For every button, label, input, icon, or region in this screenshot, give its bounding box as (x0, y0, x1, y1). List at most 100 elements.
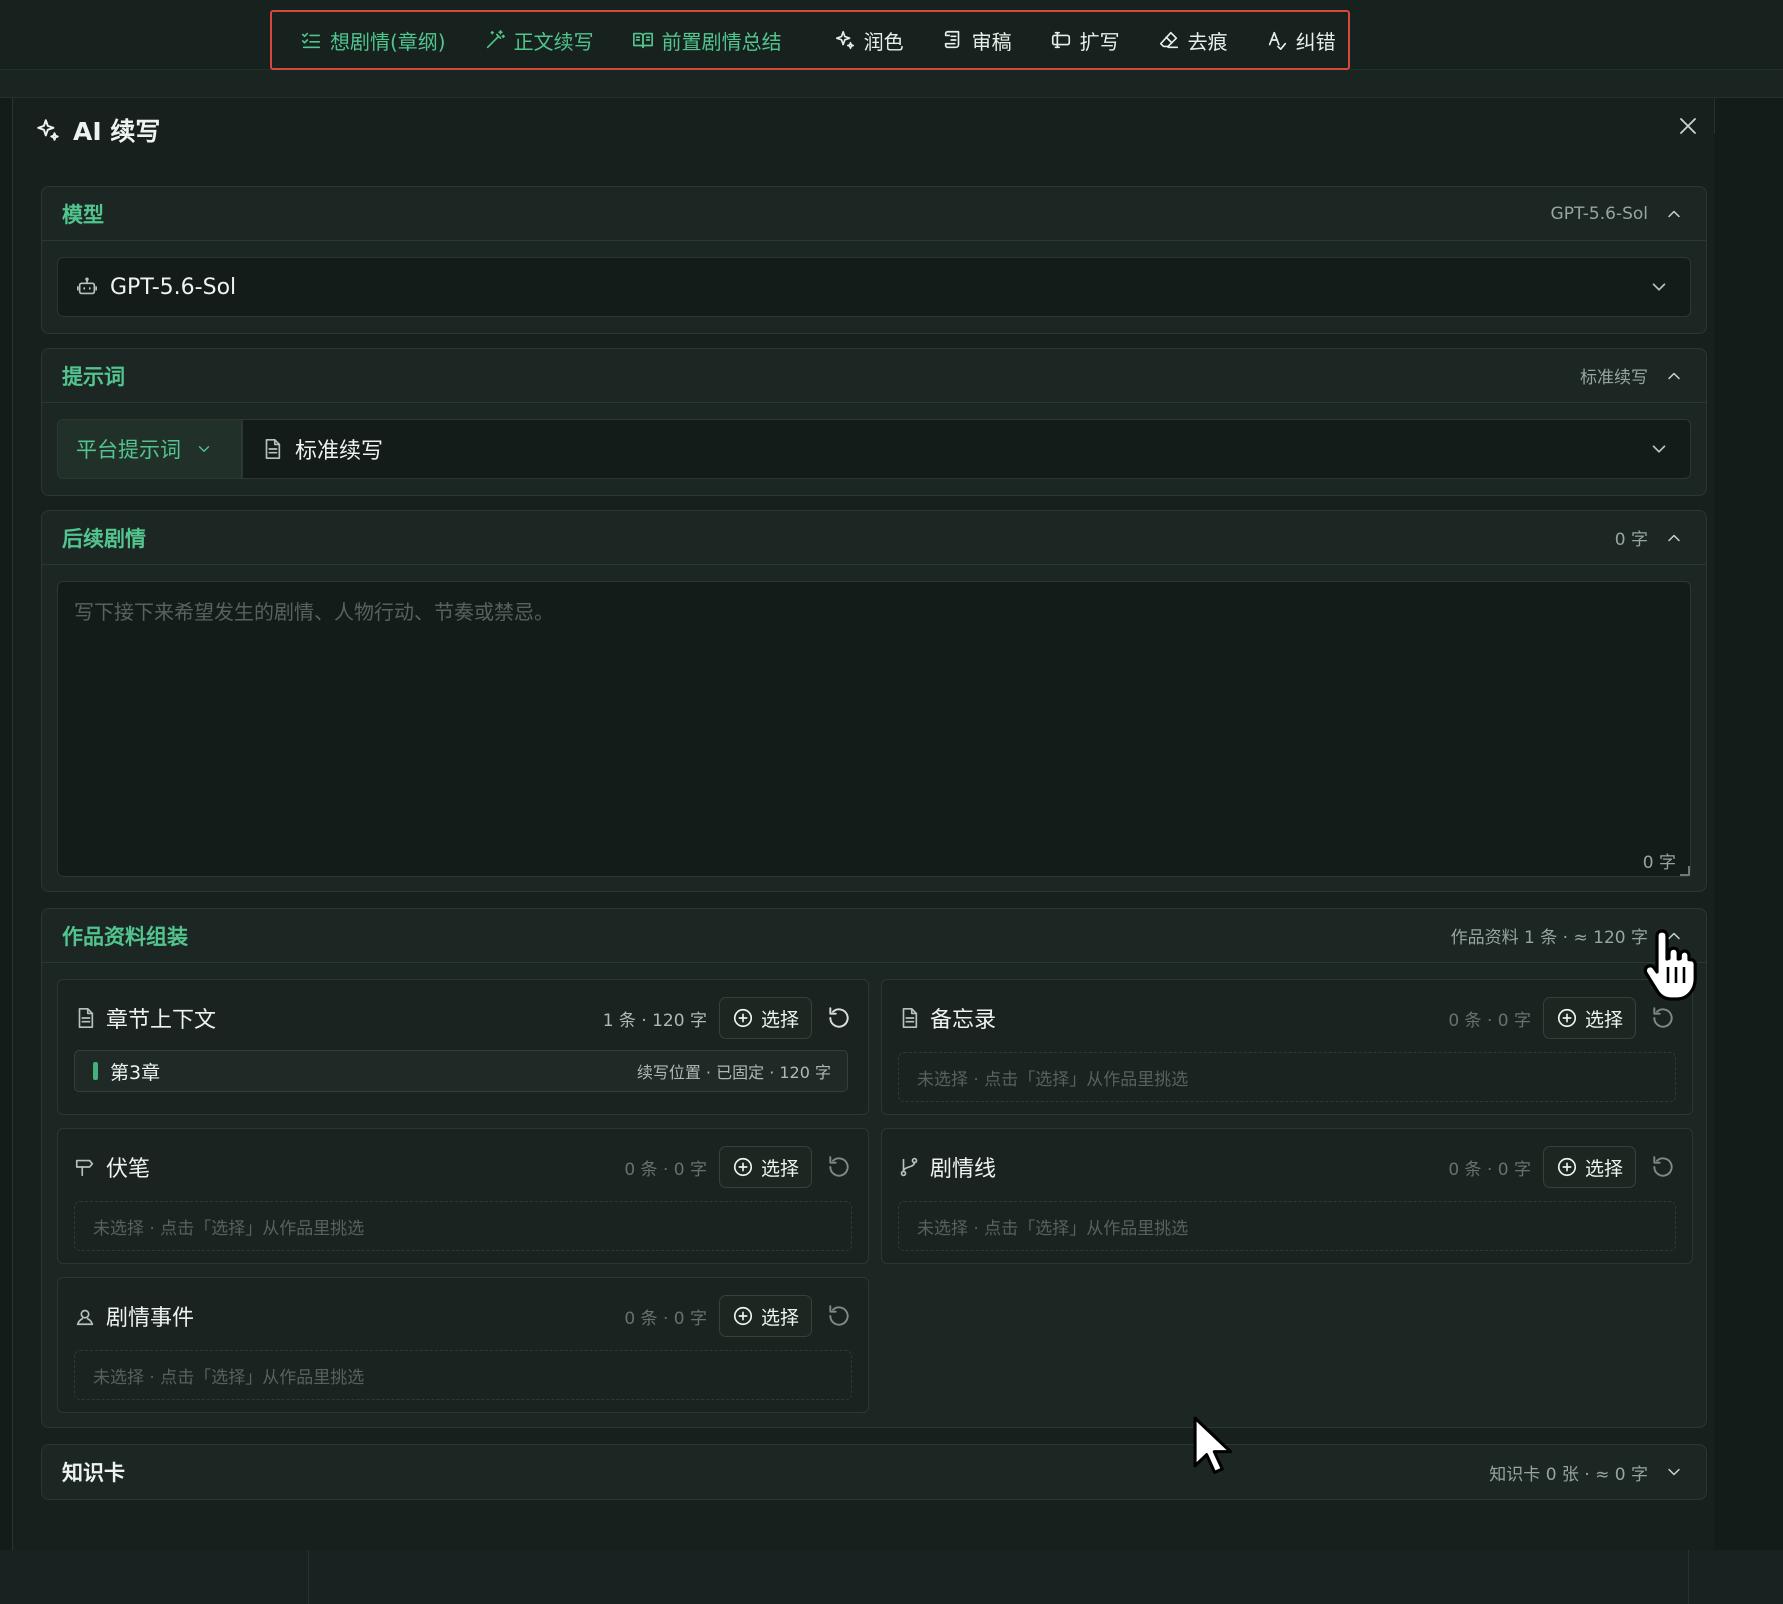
chevron-up-icon[interactable] (1664, 366, 1684, 386)
reset-icon[interactable] (826, 1005, 852, 1031)
prompt-source-select[interactable]: 平台提示词 (57, 419, 242, 479)
toolbar-outline-button[interactable]: 想剧情(章纲) (300, 26, 446, 55)
empty-hint: 未选择 · 点击「选择」从作品里挑选 (898, 1201, 1676, 1251)
checklist-icon (300, 29, 322, 51)
model-section-header[interactable]: 模型 GPT-5.6-Sol (42, 187, 1706, 241)
plot-events-card: 剧情事件 0 条 · 0 字 选择 未选择 · 点击「选择」从作品里挑选 (57, 1277, 869, 1413)
prompt-section: 提示词 标准续写 平台提示词 标准续写 (41, 348, 1707, 496)
toolbar-item-label: 去痕 (1187, 29, 1228, 54)
chapter-meta: 续写位置 · 已固定 · 120 字 (636, 1063, 831, 1082)
prompt-template-value: 标准续写 (295, 439, 384, 464)
chevron-down-icon[interactable] (1664, 1462, 1684, 1482)
chapter-name: 第3章 (110, 1061, 161, 1084)
resize-grip[interactable] (1680, 866, 1690, 876)
empty-hint: 未选择 · 点击「选择」从作品里挑选 (898, 1052, 1676, 1102)
book-open-icon (632, 29, 654, 51)
card-title: 伏笔 (106, 1157, 151, 1182)
memo-card: 备忘录 0 条 · 0 字 选择 未选择 · 点击「选择」从作品里挑选 (881, 979, 1693, 1115)
followup-section-title: 后续剧情 (62, 526, 146, 551)
card-count: 0 条 · 0 字 (624, 1308, 707, 1329)
select-button[interactable]: 选择 (1542, 1146, 1636, 1188)
divider (308, 1550, 309, 1604)
prompt-section-header[interactable]: 提示词 标准续写 (42, 349, 1706, 403)
card-title: 剧情事件 (106, 1306, 195, 1331)
toolbar-item-label: 扩写 (1079, 29, 1120, 54)
reset-icon[interactable] (826, 1154, 852, 1180)
model-section-title: 模型 (62, 202, 104, 227)
followup-section-header[interactable]: 后续剧情 0 字 (42, 511, 1706, 565)
model-section-summary: GPT-5.6-Sol (1550, 203, 1648, 224)
toolbar-deai-button[interactable]: 去痕 (1158, 26, 1228, 55)
chapter-item[interactable]: 第3章 续写位置 · 已固定 · 120 字 (74, 1050, 848, 1092)
model-section: 模型 GPT-5.6-Sol GPT-5.6-Sol (41, 186, 1707, 334)
toolbar-item-label: 想剧情(章纲) (330, 29, 446, 54)
knowledge-section-header[interactable]: 知识卡 知识卡 0 张 · ≈ 0 字 (42, 1445, 1706, 1499)
knowledge-section-title: 知识卡 (62, 1461, 125, 1485)
select-button-label: 选择 (760, 1157, 799, 1180)
eraser-icon (1158, 29, 1180, 51)
toolbar-item-label: 正文续写 (513, 29, 594, 54)
robot-icon (76, 276, 98, 298)
model-select[interactable]: GPT-5.6-Sol (57, 257, 1691, 317)
toolbar-item-label: 审稿 (971, 29, 1012, 54)
toolbar-summary-button[interactable]: 前置剧情总结 (632, 26, 782, 55)
reset-icon[interactable] (1650, 1154, 1676, 1180)
ai-continue-dialog: AI 续写 模型 GPT-5.6-Sol GPT-5.6-Sol 提示词 标准续… (12, 98, 1714, 1550)
followup-section-summary: 0 字 (1614, 530, 1648, 550)
select-button-label: 选择 (760, 1008, 799, 1031)
toolbar-review-button[interactable]: 审稿 (942, 26, 1012, 55)
prompt-template-select[interactable]: 标准续写 (242, 419, 1691, 479)
select-button[interactable]: 选择 (718, 997, 812, 1039)
plus-circle-icon (732, 1305, 754, 1327)
plus-circle-icon (1556, 1156, 1578, 1178)
reset-icon[interactable] (826, 1303, 852, 1329)
divider (1714, 98, 1715, 134)
card-count: 1 条 · 120 字 (602, 1010, 707, 1031)
scroll-icon (942, 29, 964, 51)
empty-hint: 未选择 · 点击「选择」从作品里挑选 (74, 1201, 852, 1251)
card-count: 0 条 · 0 字 (1448, 1010, 1531, 1031)
plus-circle-icon (732, 1007, 754, 1029)
toolbar-expand-button[interactable]: 扩写 (1050, 26, 1120, 55)
toolbar-correct-button[interactable]: 纠错 (1266, 26, 1336, 55)
followup-textarea[interactable] (57, 581, 1691, 877)
close-icon[interactable] (1676, 114, 1700, 138)
knowledge-section-summary: 知识卡 0 张 · ≈ 0 字 (1489, 1464, 1648, 1485)
prompt-section-title: 提示词 (62, 364, 125, 389)
knowledge-section: 知识卡 知识卡 0 张 · ≈ 0 字 (41, 1444, 1707, 1500)
document-icon (898, 1007, 920, 1029)
assembly-section-summary: 作品资料 1 条 · ≈ 120 字 (1450, 928, 1648, 948)
chevron-up-icon[interactable] (1664, 204, 1684, 224)
plus-circle-icon (732, 1156, 754, 1178)
sparkles-icon (35, 117, 61, 143)
sparkles-icon (834, 29, 856, 51)
card-count: 0 条 · 0 字 (624, 1159, 707, 1180)
ai-toolbar: 想剧情(章纲) 正文续写 前置剧情总结 润色 审稿 扩写 去痕 纠错 (270, 10, 1350, 70)
toolbar-item-label: 纠错 (1295, 29, 1336, 54)
select-button[interactable]: 选择 (1542, 997, 1636, 1039)
map-pin-icon (74, 1305, 96, 1327)
plus-circle-icon (1556, 1007, 1578, 1029)
divider (1688, 1550, 1689, 1604)
assembly-section-title: 作品资料组装 (62, 924, 188, 949)
select-button[interactable]: 选择 (718, 1146, 812, 1188)
select-button-label: 选择 (1584, 1008, 1623, 1031)
toolbar-polish-button[interactable]: 润色 (834, 26, 904, 55)
card-title: 章节上下文 (106, 1008, 217, 1033)
toolbar-item-label: 润色 (863, 29, 904, 54)
chapter-context-card: 章节上下文 1 条 · 120 字 选择 第3章 续写位置 · 已固定 · 12… (57, 979, 869, 1115)
document-icon (261, 438, 283, 460)
foreshadow-card: 伏笔 0 条 · 0 字 选择 未选择 · 点击「选择」从作品里挑选 (57, 1128, 869, 1264)
card-count: 0 条 · 0 字 (1448, 1159, 1531, 1180)
reset-icon[interactable] (1650, 1005, 1676, 1031)
select-button-label: 选择 (1584, 1157, 1623, 1180)
select-button[interactable]: 选择 (718, 1295, 812, 1337)
chevron-down-icon (1648, 438, 1670, 460)
prompt-source-value: 平台提示词 (76, 438, 181, 462)
assembly-section-header[interactable]: 作品资料组装 作品资料 1 条 · ≈ 120 字 (42, 909, 1706, 963)
chapter-marker (93, 1062, 98, 1080)
chevron-up-icon[interactable] (1664, 528, 1684, 548)
card-title: 备忘录 (930, 1008, 997, 1033)
toolbar-continue-button[interactable]: 正文续写 (484, 26, 594, 55)
magic-wand-icon (484, 29, 506, 51)
